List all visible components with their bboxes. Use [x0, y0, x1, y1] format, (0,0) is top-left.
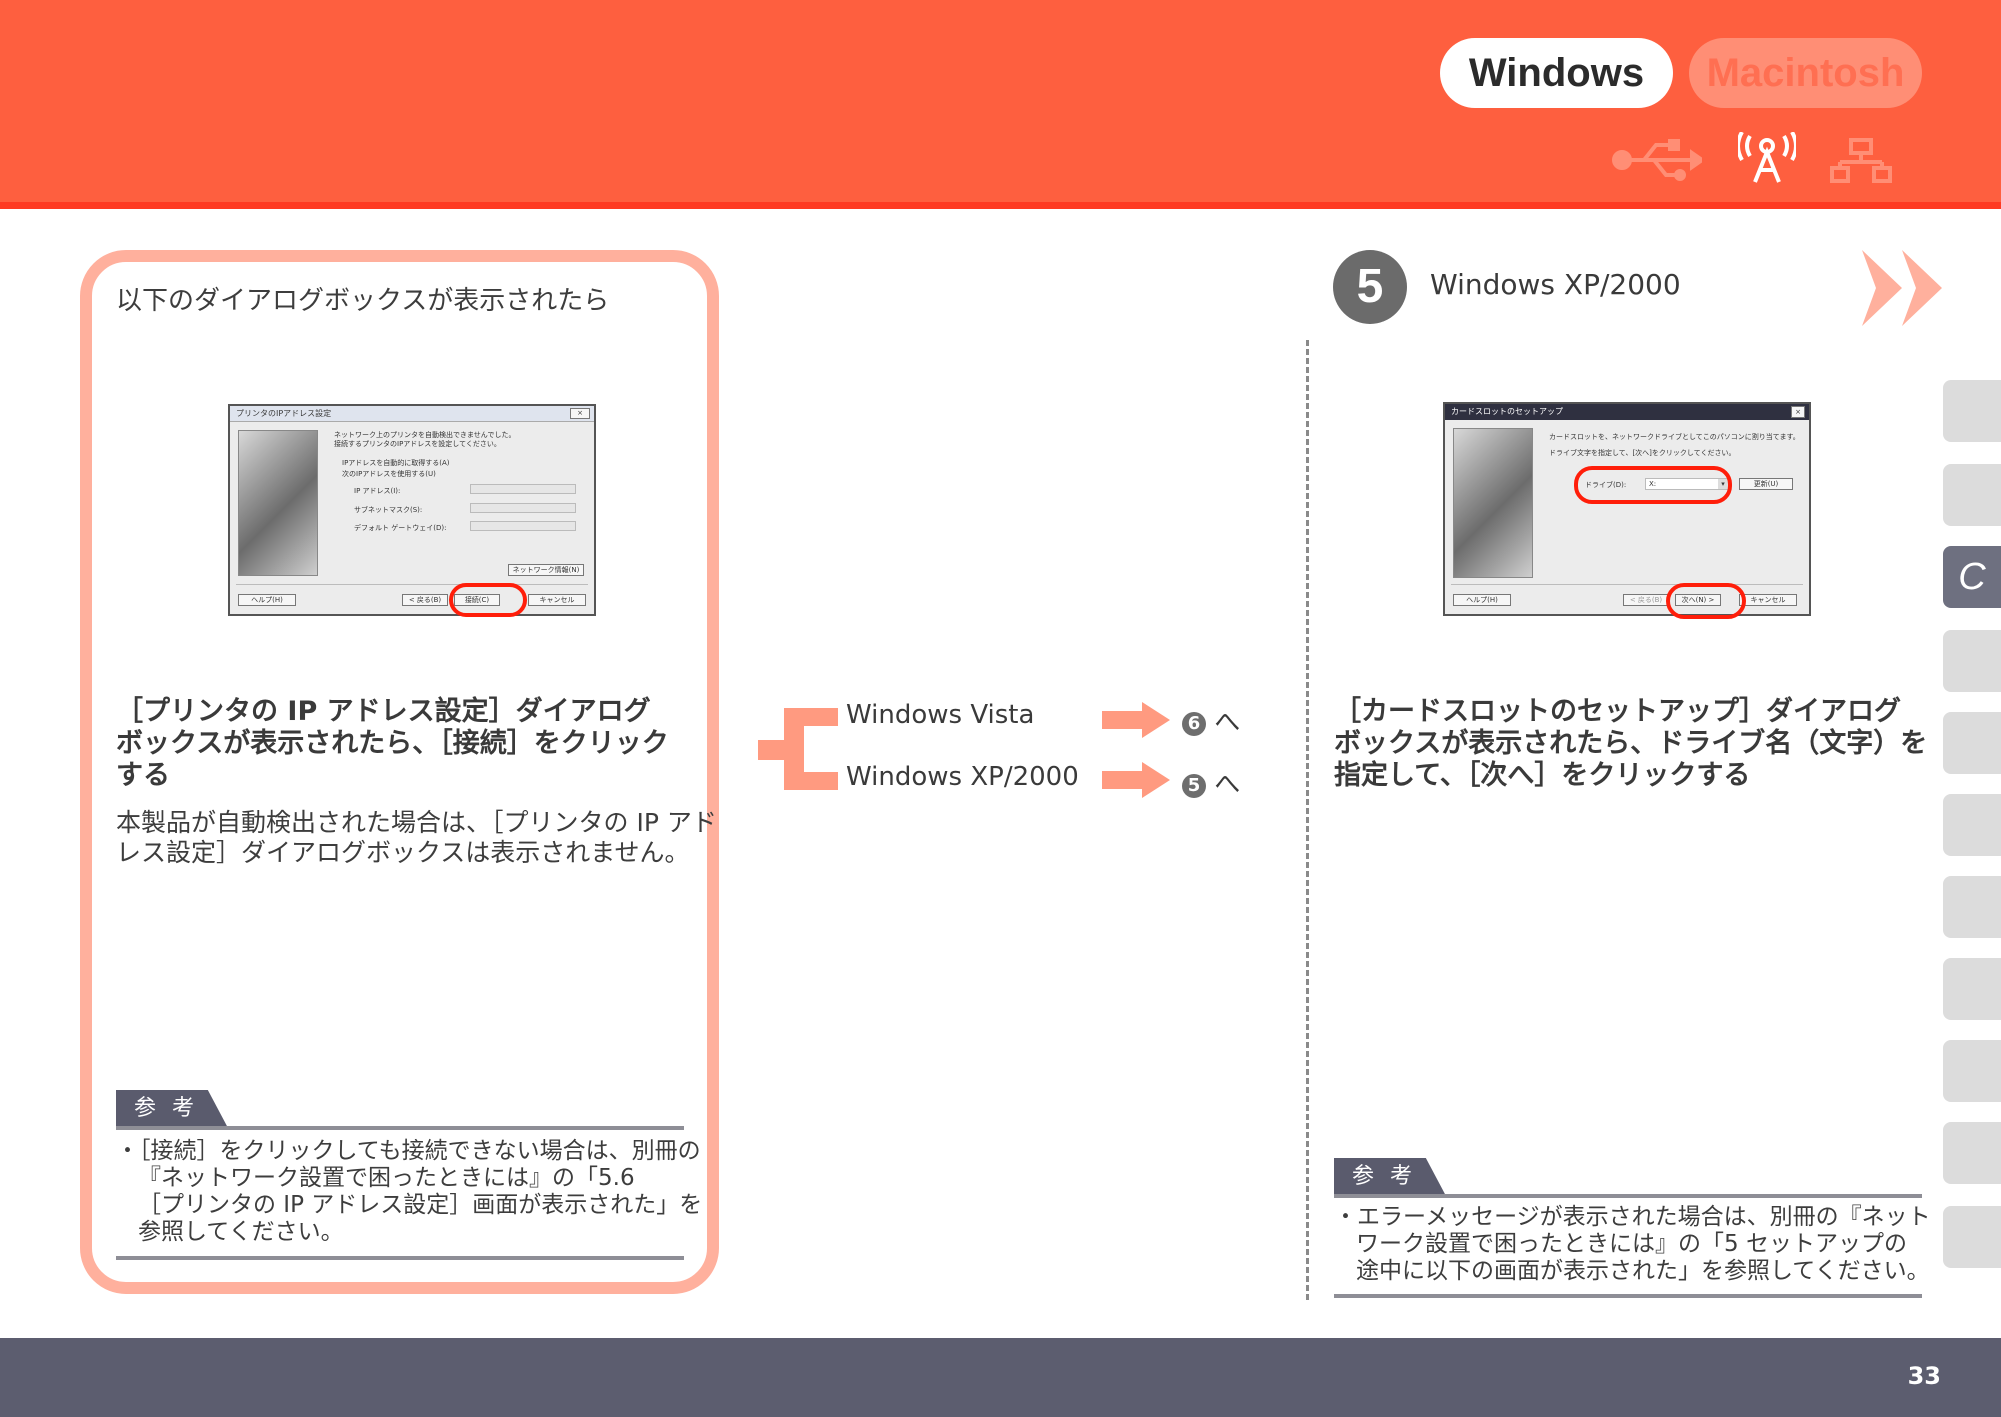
goto-step-6[interactable]: 6 へ — [1182, 702, 1240, 739]
printer-photo — [238, 430, 318, 576]
header-underline — [0, 202, 2001, 209]
reference-line: ・［接続］をクリックしても接続できない場合は、別冊の — [116, 1138, 701, 1164]
subnet-field[interactable] — [470, 503, 576, 513]
goto-suffix: へ — [1214, 708, 1241, 738]
network-info-button[interactable]: ネットワーク情報(N) — [508, 564, 584, 576]
side-tab[interactable] — [1943, 630, 2001, 692]
right-heading-line: ［カードスロットのセットアップ］ダイアログ — [1334, 696, 1901, 727]
tab-windows[interactable]: Windows — [1440, 38, 1673, 108]
left-reference-bottom-line — [116, 1256, 684, 1260]
dialog-message-1: カードスロットを、ネットワークドライブとしてこのパソコンに割り当てます。 — [1549, 433, 1800, 441]
goto-suffix: へ — [1214, 770, 1241, 800]
right-reference-tab: 参考 — [1334, 1158, 1446, 1196]
goto-step-5[interactable]: 5 へ — [1182, 764, 1240, 801]
cancel-button[interactable]: キャンセル — [1739, 594, 1797, 606]
gateway-field[interactable] — [470, 521, 576, 531]
step-title: Windows XP/2000 — [1430, 268, 1681, 301]
dialog-message-2: 接続するプリンタのIPアドレスを設定してください。 — [334, 440, 501, 448]
dialog-separator — [236, 584, 588, 585]
usb-icon — [1612, 139, 1702, 181]
subnet-field-label: サブネットマスク(S): — [354, 506, 423, 514]
branch-bracket-icon — [758, 708, 838, 790]
help-button[interactable]: ヘルプ(H) — [238, 594, 296, 606]
right-reference-bottom-line — [1334, 1294, 1922, 1298]
right-reference-text: ・エラーメッセージが表示された場合は、別冊の『ネット ワーク設置で困ったときには… — [1334, 1204, 1931, 1285]
ip-field-label: IP アドレス(I): — [354, 487, 401, 495]
reference-line: ワーク設置で困ったときには』の「5 セットアップの — [1356, 1231, 1907, 1257]
right-heading-line: ボックスが表示されたら、ドライブ名（文字）を — [1334, 728, 1928, 759]
side-tab[interactable] — [1943, 958, 2001, 1020]
close-icon[interactable]: × — [570, 408, 590, 419]
dialog-titlebar: カードスロットのセットアップ — [1445, 404, 1809, 420]
back-button[interactable]: < 戻る(B) — [1623, 594, 1669, 606]
right-heading-line: 指定して、［次へ］をクリックする — [1334, 760, 1751, 791]
section-divider — [1306, 340, 1309, 1300]
tab-macintosh[interactable]: Macintosh — [1689, 38, 1922, 108]
left-body-line: 本製品が自動検出された場合は、［プリンタの IP アド — [116, 808, 717, 837]
right-heading: ［カードスロットのセットアップ］ダイアログ ボックスが表示されたら、ドライブ名（… — [1334, 696, 1927, 792]
next-page-chevrons-icon[interactable] — [1856, 250, 1956, 326]
ip-field[interactable] — [470, 484, 576, 494]
footer-bar: 33 — [0, 1338, 2001, 1417]
cancel-button[interactable]: キャンセル — [528, 594, 586, 606]
page-number: 33 — [1907, 1362, 1941, 1390]
step-number-badge: 5 — [1333, 250, 1407, 324]
dialog-message-2: ドライブ文字を指定して、[次へ]をクリックしてください。 — [1549, 449, 1736, 457]
reference-line: ・エラーメッセージが表示された場合は、別冊の『ネット — [1334, 1204, 1931, 1230]
left-heading: ［プリンタの IP アドレス設定］ダイアログ ボックスが表示されたら、［接続］を… — [116, 696, 669, 792]
left-body-line: レス設定］ダイアログボックスは表示されません。 — [116, 838, 690, 867]
wired-lan-icon — [1830, 138, 1892, 183]
reference-line: 『ネットワーク設置で困ったときには』の「5.6 — [138, 1165, 635, 1191]
branch-label-xp: Windows XP/2000 — [846, 762, 1079, 792]
step-badge: 6 — [1182, 712, 1206, 736]
close-icon[interactable]: × — [1791, 406, 1805, 418]
wireless-icon — [1738, 132, 1796, 183]
right-reference-top-line — [1334, 1194, 1922, 1198]
side-tab-active[interactable]: C — [1943, 546, 2001, 608]
header-bar: Windows Macintosh — [0, 0, 2001, 202]
refresh-button[interactable]: 更新(U) — [1739, 478, 1793, 490]
dialog-titlebar: プリンタのIPアドレス設定 — [230, 406, 594, 422]
reference-line: ［プリンタの IP アドレス設定］画面が表示された」を — [138, 1192, 703, 1218]
left-heading-line: ［プリンタの IP アドレス設定］ダイアログ — [116, 696, 651, 727]
left-heading-line: する — [116, 760, 170, 791]
gateway-field-label: デフォルト ゲートウェイ(D): — [354, 524, 447, 532]
left-reference-text: ・［接続］をクリックしても接続できない場合は、別冊の 『ネットワーク設置で困った… — [116, 1138, 702, 1246]
arrow-right-icon — [1102, 702, 1170, 738]
connect-highlight-ring — [449, 583, 527, 617]
side-tab[interactable] — [1943, 464, 2001, 526]
help-button[interactable]: ヘルプ(H) — [1453, 594, 1511, 606]
reference-line: 参照してください。 — [138, 1219, 344, 1245]
back-button[interactable]: < 戻る(B) — [402, 594, 448, 606]
ip-address-dialog: プリンタのIPアドレス設定 × ネットワーク上のプリンタを自動検出できませんでし… — [228, 404, 596, 616]
side-tab[interactable] — [1943, 380, 2001, 442]
left-body: 本製品が自動検出された場合は、［プリンタの IP アド レス設定］ダイアログボッ… — [116, 808, 717, 868]
next-highlight-ring — [1666, 583, 1746, 619]
drive-highlight-ring — [1574, 466, 1732, 504]
arrow-right-icon — [1102, 762, 1170, 798]
side-tab[interactable] — [1943, 876, 2001, 938]
card-slot-dialog: カードスロットのセットアップ × カードスロットを、ネットワークドライブとしてこ… — [1443, 402, 1811, 616]
left-heading-line: ボックスが表示されたら、［接続］をクリック — [116, 728, 669, 759]
branch-label-vista: Windows Vista — [846, 700, 1035, 730]
left-intro-text: 以下のダイアログボックスが表示されたら — [116, 286, 610, 316]
dialog-separator — [1451, 584, 1803, 585]
side-tab[interactable] — [1943, 1040, 2001, 1102]
radio-auto-ip[interactable]: IPアドレスを自動的に取得する(A) — [342, 458, 450, 468]
left-reference-top-line — [116, 1126, 684, 1130]
reference-line: 途中に以下の画面が表示された」を参照してください。 — [1356, 1258, 1930, 1284]
side-tab[interactable] — [1943, 1206, 2001, 1268]
radio-manual-ip[interactable]: 次のIPアドレスを使用する(U) — [342, 469, 436, 479]
step-badge: 5 — [1182, 774, 1206, 798]
printer-photo — [1453, 428, 1533, 578]
side-tab[interactable] — [1943, 794, 2001, 856]
side-tab[interactable] — [1943, 1122, 2001, 1184]
side-tab[interactable] — [1943, 712, 2001, 774]
